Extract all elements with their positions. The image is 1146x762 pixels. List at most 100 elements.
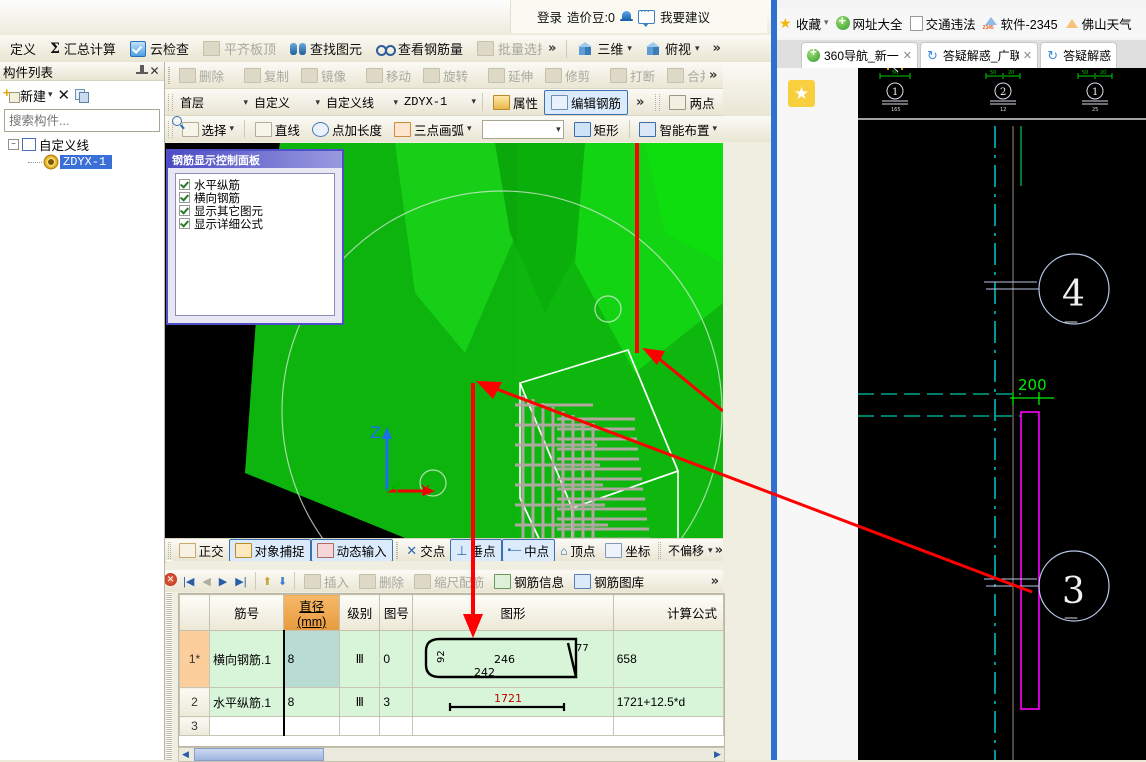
copy-component-button[interactable] <box>75 88 90 103</box>
cell-shape[interactable]: 1721 <box>412 687 614 717</box>
rebar-display-panel[interactable]: 钢筋显示控制面板 水平纵筋 横向钢筋 显示其它图元 显示详细公式 <box>166 149 344 325</box>
cad-drawing-canvas[interactable]: 50 1 165 50 20 2 12 50 20 1 25 200 4 — 3… <box>858 68 1146 760</box>
expand-collapse-icon[interactable]: − <box>8 139 19 150</box>
checkbox-icon[interactable] <box>179 205 190 216</box>
cell-grade[interactable]: Ⅲ <box>339 630 381 688</box>
snap-coordinate[interactable]: 坐标 <box>600 540 655 561</box>
search-icon[interactable] <box>172 111 182 130</box>
tool-copy[interactable]: 复制 <box>238 64 295 87</box>
statusbar-grip[interactable] <box>395 542 399 559</box>
two-point-tool[interactable]: 两点 <box>663 91 720 114</box>
search-component-field[interactable] <box>4 109 182 132</box>
cell-formula[interactable]: 658 <box>612 630 724 688</box>
tool-select[interactable]: 选择 ▾ <box>176 118 241 141</box>
tool-delete[interactable]: 删除 <box>173 64 230 87</box>
col-header-formula[interactable]: 计算公式 <box>612 594 724 631</box>
col-header-shape[interactable]: 图形 <box>412 594 614 631</box>
category-selector[interactable]: 自定义 ▾ <box>250 94 322 111</box>
scale-rebar-button[interactable]: 缩尺配筋 <box>409 571 489 592</box>
tab-scroll-back-icon[interactable]: tab-back-icon <box>777 42 799 68</box>
toolbar-grip[interactable] <box>168 66 170 84</box>
properties-button[interactable]: 属性 <box>487 91 544 114</box>
subcategory-selector[interactable]: 自定义线 ▾ <box>322 94 400 111</box>
floor-selector[interactable]: 首层 ▾ <box>176 94 250 111</box>
edit-rebar-button[interactable]: 编辑钢筋 <box>544 89 629 115</box>
cell-grade[interactable]: Ⅲ <box>339 687 381 717</box>
move-down-button[interactable]: ⬇ <box>275 575 290 588</box>
grid-toolbar-overflow-icon[interactable]: » <box>711 574 719 589</box>
bookmark-software-2345[interactable]: 软件-2345 <box>981 14 1060 33</box>
chevron-down-icon[interactable]: ▾ <box>824 18 829 28</box>
tool-trim[interactable]: 修剪 <box>539 64 596 87</box>
col-header-index[interactable] <box>179 594 211 631</box>
offset-mode-selector[interactable]: 不偏移 ▾ <box>664 542 715 559</box>
tab-close-icon[interactable]: ✕ <box>1023 49 1032 62</box>
tree-node-custom-line[interactable]: − 自定义线 <box>0 136 164 153</box>
nav-prev-button[interactable]: ◀ <box>198 575 214 588</box>
statusbar-grip[interactable] <box>658 542 662 559</box>
row-index-cell[interactable]: 3 <box>179 716 211 736</box>
bookmark-favorites[interactable]: ★ 收藏 ▾ <box>777 14 831 33</box>
chevron-down-icon[interactable]: ▾ <box>230 124 235 134</box>
menu-summary-calc[interactable]: Σ 汇总计算 <box>43 37 123 60</box>
col-header-grade[interactable]: 级别 <box>339 594 381 631</box>
cell-rebar-no[interactable] <box>209 716 285 736</box>
tab-answers-2[interactable]: ↻ 答疑解惑 <box>1040 42 1118 68</box>
snap-intersection[interactable]: ✕ 交点 <box>401 540 450 561</box>
dynamic-input[interactable]: 动态输入 <box>310 539 393 562</box>
toolbar-grip[interactable] <box>655 93 661 111</box>
table-row[interactable]: 3 <box>179 716 724 736</box>
checkbox-icon[interactable] <box>179 179 190 190</box>
insert-row-button[interactable]: 插入 <box>299 571 354 592</box>
cell-shape-no[interactable] <box>379 716 414 736</box>
snap-ortho[interactable]: 正交 <box>174 540 229 561</box>
toolbar-grip[interactable] <box>168 93 173 111</box>
tool-smart-layout[interactable]: 智能布置 ▾ <box>633 118 723 141</box>
tool-three-point-arc[interactable]: 三点画弧 ▾ <box>388 118 478 141</box>
chevron-down-icon[interactable]: ▾ <box>467 124 472 134</box>
snap-perpendicular[interactable]: ⊥ 垂点 <box>450 539 502 562</box>
cell-formula[interactable] <box>612 716 724 736</box>
tool-rectangle[interactable]: 矩形 <box>568 118 625 141</box>
chevron-down-icon[interactable]: ▾ <box>48 90 53 100</box>
menu-align-slab-top[interactable]: 平齐板顶 <box>196 37 283 60</box>
rebar-option-show-detailed-formula[interactable]: 显示详细公式 <box>179 217 331 231</box>
menu-find-element[interactable]: 查找图元 <box>283 37 369 60</box>
toolbar-context-overflow-icon[interactable]: » <box>628 95 652 110</box>
chevron-down-icon[interactable]: ▾ <box>627 44 632 54</box>
tool-extend[interactable]: 延伸 <box>482 64 539 87</box>
cell-diameter[interactable] <box>282 716 341 736</box>
scroll-thumb[interactable] <box>194 748 324 761</box>
rebar-library-button[interactable]: 钢筋图库 <box>569 571 649 592</box>
tool-rotate[interactable]: 旋转 <box>417 64 474 87</box>
menu-view-3d[interactable]: 三维 ▾ <box>571 37 639 60</box>
suggestion-link[interactable]: 我要建议 <box>660 7 710 26</box>
draw-style-combo[interactable]: ▾ <box>481 119 564 139</box>
snap-vertex[interactable]: ⌂ 顶点 <box>555 540 600 561</box>
menu-define[interactable]: 定义 <box>0 37 43 60</box>
close-icon[interactable]: ✕ <box>148 64 161 78</box>
table-row[interactable]: 2 水平纵筋.1 8 Ⅲ 3 1721 1721+12.5*d <box>179 687 724 717</box>
menu-view-top[interactable]: 俯视 ▾ <box>639 37 707 60</box>
tool-break[interactable]: 打断 <box>604 64 661 87</box>
menubar-overflow-icon-2[interactable]: » <box>707 41 721 56</box>
menu-view-rebar-qty[interactable]: 查看钢筋量 <box>369 37 470 60</box>
statusbar-grip[interactable] <box>168 542 171 559</box>
cell-shape-no[interactable]: 3 <box>379 687 414 717</box>
table-row[interactable]: 1* 横向钢筋.1 8 Ⅲ 0 77 92 246 242 658 <box>179 630 724 688</box>
tab-close-icon[interactable]: ✕ <box>903 49 912 62</box>
cell-shape-no[interactable]: 0 <box>379 630 414 688</box>
statusbar-overflow-icon[interactable]: » <box>715 543 723 558</box>
bookmark-traffic[interactable]: 交通违法 <box>908 14 978 33</box>
scroll-left-arrow[interactable]: ◀ <box>179 749 192 760</box>
bookmark-hao123[interactable]: 网址大全 <box>834 13 905 33</box>
suggestion-icon[interactable] <box>637 6 655 27</box>
cell-diameter[interactable]: 8 <box>282 687 341 717</box>
new-component-button[interactable]: 新建 ▾ <box>3 85 53 105</box>
nav-first-button[interactable]: |◀ <box>179 575 198 588</box>
cell-diameter[interactable]: 8 <box>282 630 341 688</box>
nav-last-button[interactable]: ▶| <box>231 575 250 588</box>
checkbox-icon[interactable] <box>179 192 190 203</box>
delete-row-button[interactable]: 删除 <box>354 571 409 592</box>
cell-rebar-no[interactable]: 横向钢筋.1 <box>209 630 285 688</box>
